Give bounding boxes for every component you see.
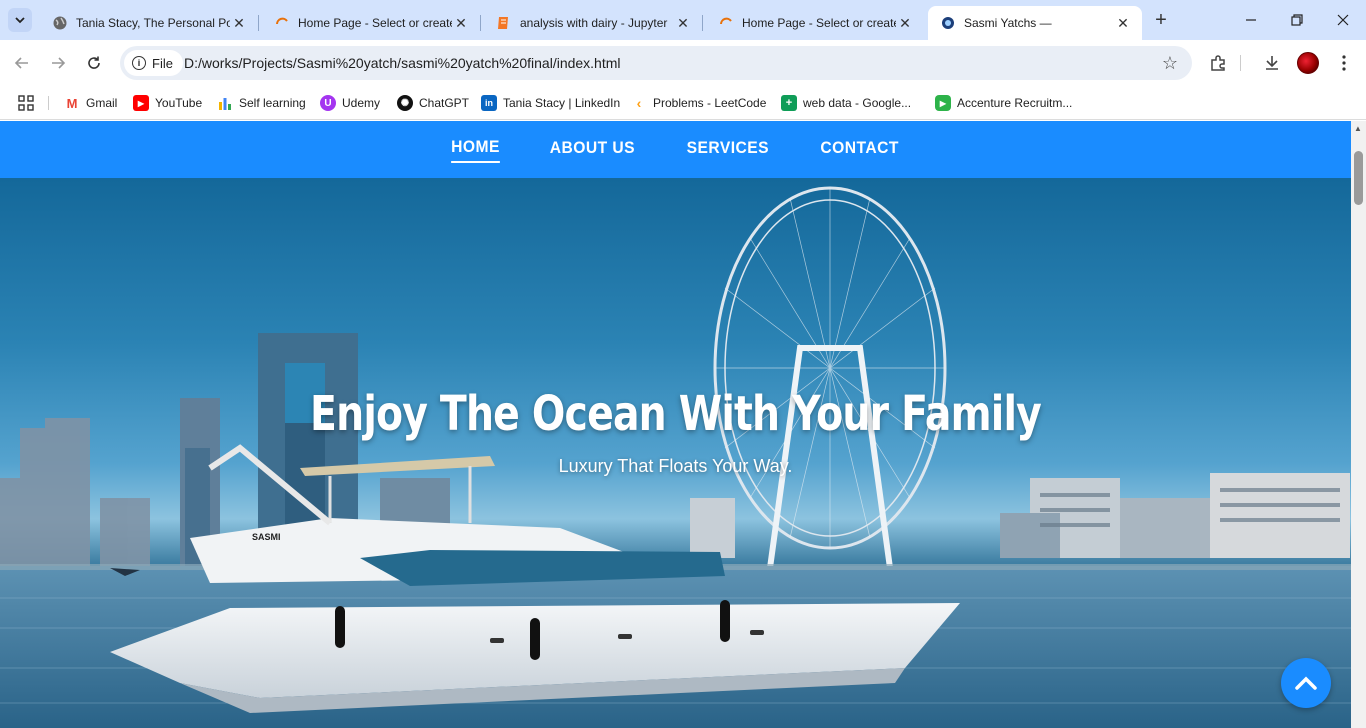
bookmark-leetcode[interactable]: ‹ Problems - LeetCode — [631, 93, 767, 113]
nav-contact-link[interactable]: CONTACT — [820, 138, 899, 162]
page-scrollbar[interactable]: ▲ — [1351, 121, 1366, 728]
restore-button[interactable] — [1274, 0, 1320, 40]
address-bar[interactable]: i File D:/works/Projects/Sasmi%20yatch/s… — [120, 46, 1192, 80]
new-tab-button[interactable]: + — [1150, 9, 1172, 31]
bookmark-accenture[interactable]: ▶ Accenture Recruitm... — [935, 93, 1072, 113]
forward-arrow-icon — [52, 57, 66, 69]
accenture-icon: ▶ — [935, 95, 951, 111]
close-tab-icon[interactable]: ✕ — [674, 14, 692, 32]
bookmarks-divider — [48, 96, 49, 110]
bar-chart-icon — [217, 95, 233, 111]
bookmark-label: Self learning — [239, 96, 306, 110]
linkedin-icon: in — [481, 95, 497, 111]
chatgpt-icon: ✺ — [397, 95, 413, 111]
nav-home-link[interactable]: HOME — [451, 137, 500, 163]
bookmark-label: Tania Stacy | LinkedIn — [503, 96, 621, 110]
minimize-icon — [1246, 19, 1256, 21]
back-arrow-icon — [14, 57, 28, 69]
close-tab-icon[interactable]: ✕ — [1114, 14, 1132, 32]
restore-icon — [1291, 14, 1303, 26]
loading-icon — [274, 15, 290, 31]
bookmark-gmail[interactable]: M Gmail — [64, 93, 117, 113]
close-window-button[interactable] — [1320, 0, 1366, 40]
bookmark-chatgpt[interactable]: ✺ ChatGPT — [397, 93, 469, 113]
gmail-icon: M — [64, 95, 80, 111]
close-icon — [1337, 14, 1349, 26]
bookmark-linkedin[interactable]: in Tania Stacy | LinkedIn — [481, 93, 620, 113]
bookmark-udemy[interactable]: U Udemy — [320, 93, 380, 113]
page-viewport: HOME ABOUT US SERVICES CONTACT SASMI Enj… — [0, 121, 1351, 728]
download-icon — [1266, 56, 1278, 70]
loading-icon — [718, 15, 734, 31]
puzzle-icon — [1211, 55, 1225, 71]
tab-strip: Tania Stacy, The Personal Por ✕ Home Pag… — [0, 0, 1366, 40]
kebab-menu-icon — [1342, 55, 1346, 71]
site-navbar: HOME ABOUT US SERVICES CONTACT — [0, 121, 1351, 178]
profile-avatar[interactable] — [1297, 52, 1319, 74]
browser-tab[interactable]: Tania Stacy, The Personal Por ✕ — [40, 6, 259, 40]
yacht-name-text: SASMI — [252, 532, 281, 542]
browser-tab-active[interactable]: Sasmi Yatchs — ✕ — [928, 6, 1142, 40]
tab-title: Home Page - Select or create — [298, 16, 452, 30]
hero-banner: SASMI Enjoy The Ocean With Your Family L… — [0, 178, 1351, 728]
youtube-icon: ▶ — [133, 95, 149, 111]
hero-title: Enjoy The Ocean With Your Family — [310, 386, 1042, 442]
downloads-button[interactable] — [1260, 51, 1284, 75]
reload-button[interactable] — [82, 51, 106, 75]
bookmark-self-learning[interactable]: Self learning — [217, 93, 306, 113]
reload-icon — [88, 56, 100, 69]
bookmarks-bar: M Gmail ▶ YouTube Self learning U Udemy … — [0, 86, 1366, 120]
tab-search-button[interactable] — [8, 8, 32, 32]
globe-icon — [52, 15, 68, 31]
udemy-icon: U — [320, 95, 336, 111]
browser-tab[interactable]: Home Page - Select or create ✕ — [262, 6, 481, 40]
back-to-top-button[interactable] — [1281, 658, 1331, 708]
chevron-down-icon — [15, 17, 25, 24]
tab-title: analysis with dairy - Jupyter — [520, 16, 668, 30]
url-text[interactable]: D:/works/Projects/Sasmi%20yatch/sasmi%20… — [184, 55, 621, 71]
nav-services-link[interactable]: SERVICES — [686, 138, 768, 162]
bookmark-label: Accenture Recruitm... — [957, 96, 1073, 110]
nav-about-link[interactable]: ABOUT US — [550, 138, 635, 162]
bookmark-star-icon[interactable]: ☆ — [1162, 53, 1178, 74]
site-info-chip[interactable]: i File — [124, 50, 183, 76]
notebook-icon — [496, 15, 512, 31]
sheets-icon: + — [781, 95, 797, 111]
extensions-button[interactable] — [1206, 51, 1230, 75]
back-button[interactable] — [10, 51, 34, 75]
browser-tab[interactable]: Home Page - Select or create ✕ — [706, 6, 924, 40]
apps-button[interactable] — [18, 93, 34, 113]
tab-title: Home Page - Select or create — [742, 16, 896, 30]
bookmark-label: Gmail — [86, 96, 118, 110]
apps-grid-icon — [18, 95, 34, 111]
bookmark-label: Problems - LeetCode — [653, 96, 767, 110]
browser-toolbar: i File D:/works/Projects/Sasmi%20yatch/s… — [0, 40, 1366, 86]
forward-button[interactable] — [46, 51, 70, 75]
chevron-up-icon — [1295, 676, 1317, 690]
leetcode-icon: ‹ — [636, 95, 642, 111]
bookmark-label: YouTube — [155, 96, 203, 110]
bookmark-label: ChatGPT — [419, 96, 470, 110]
close-tab-icon[interactable]: ✕ — [452, 14, 470, 32]
menu-button[interactable] — [1332, 51, 1356, 75]
bookmark-label: Udemy — [342, 96, 381, 110]
close-tab-icon[interactable]: ✕ — [230, 14, 248, 32]
browser-tab[interactable]: analysis with dairy - Jupyter ✕ — [484, 6, 703, 40]
bookmark-label: web data - Google... — [803, 96, 912, 110]
close-tab-icon[interactable]: ✕ — [896, 14, 914, 32]
hero-subtitle: Luxury That Floats Your Way. — [558, 456, 793, 476]
site-info-label: File — [152, 55, 173, 71]
scroll-up-arrow-icon[interactable]: ▲ — [1354, 124, 1362, 133]
scrollbar-thumb[interactable] — [1354, 151, 1363, 205]
bookmark-web-data[interactable]: + web data - Google... — [781, 93, 911, 113]
tab-title: Sasmi Yatchs — — [964, 16, 1052, 30]
bookmark-youtube[interactable]: ▶ YouTube — [133, 93, 202, 113]
tab-title: Tania Stacy, The Personal Por — [76, 16, 230, 30]
minimize-button[interactable] — [1228, 0, 1274, 40]
hero-background-image: SASMI — [0, 186, 1351, 728]
info-icon: i — [132, 56, 146, 70]
site-logo-icon — [940, 15, 956, 31]
toolbar-divider — [1240, 55, 1241, 71]
